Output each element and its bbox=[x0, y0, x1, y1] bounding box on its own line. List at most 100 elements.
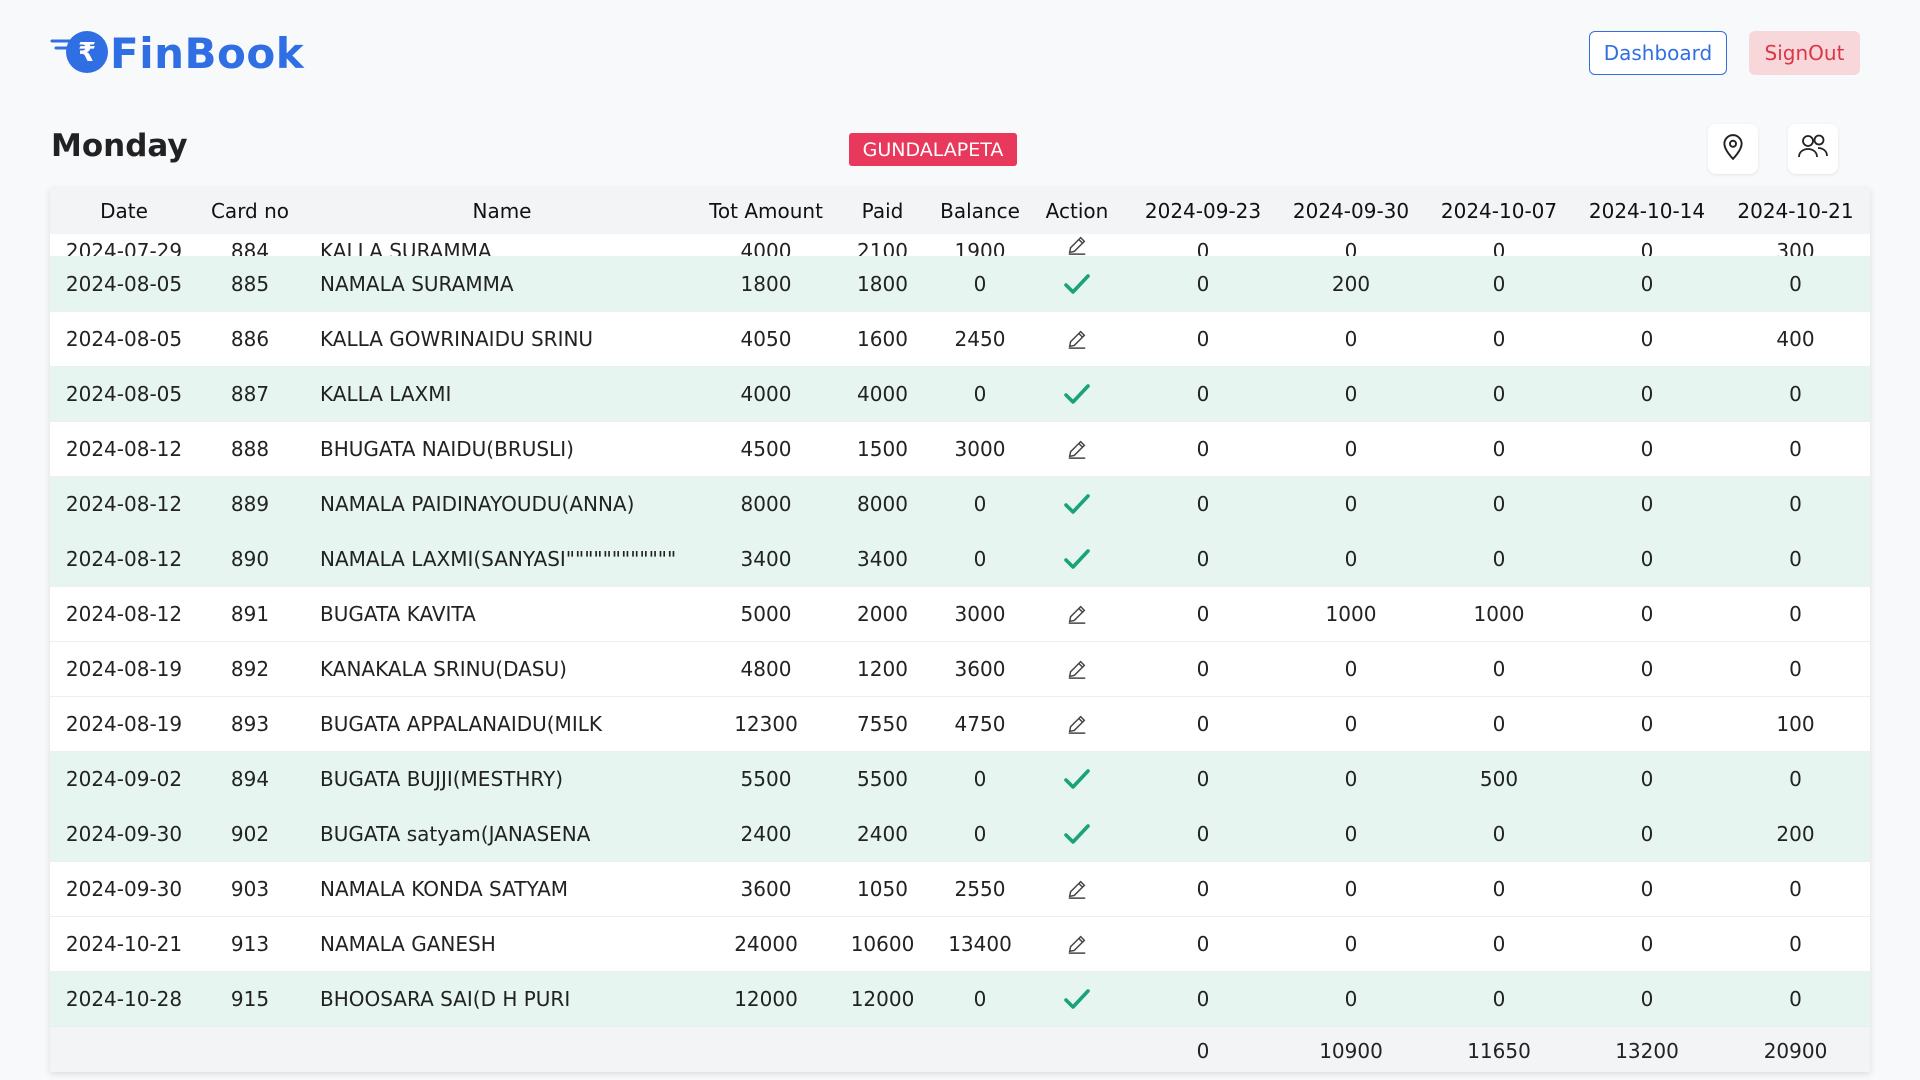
cell-week-1: 0 bbox=[1196, 767, 1210, 791]
cell-tot: 5000 bbox=[740, 602, 792, 626]
cell-bal: 0 bbox=[973, 492, 987, 516]
cell-paid: 2400 bbox=[857, 822, 908, 846]
table-row[interactable]: 2024-09-02 894 BUGATA BUJJI(MESTHRY) 5500 55… bbox=[50, 751, 1870, 807]
cell-action[interactable] bbox=[1025, 532, 1129, 587]
col-week-4[interactable]: 2024-10-14 bbox=[1573, 188, 1721, 234]
cell-action[interactable] bbox=[1025, 587, 1129, 642]
cell-action[interactable] bbox=[1025, 807, 1129, 862]
table-row[interactable]: 2024-08-05 886 KALLA GOWRINAIDU SRINU 4050 1… bbox=[50, 312, 1870, 367]
cell-name: BHUGATA NAIDU(BRUSLI) bbox=[320, 437, 574, 461]
finbook-logo[interactable]: ₹ FinBook bbox=[50, 28, 304, 78]
cell-week-1: 0 bbox=[1196, 239, 1210, 257]
edit-icon[interactable] bbox=[1062, 709, 1092, 739]
cell-week-5: 0 bbox=[1789, 492, 1802, 516]
edit-icon[interactable] bbox=[1066, 236, 1088, 257]
page-title: Monday bbox=[51, 128, 188, 164]
table-row[interactable]: 2024-08-19 893 BUGATA APPALANAIDU(MILK 1230… bbox=[50, 697, 1870, 752]
table-row[interactable]: 2024-08-05 885 NAMALA SURAMMA 1800 1800 0 0 200… bbox=[50, 256, 1870, 312]
cell-paid: 1500 bbox=[857, 437, 908, 461]
edit-icon[interactable] bbox=[1062, 654, 1092, 684]
cell-action[interactable] bbox=[1025, 234, 1129, 257]
cell-action[interactable] bbox=[1025, 917, 1129, 972]
cell-tot: 4000 bbox=[740, 382, 792, 406]
table-row[interactable]: 2024-09-30 902 BUGATA satyam(JANASENA 2400 2… bbox=[50, 806, 1870, 862]
dashboard-button[interactable]: Dashboard bbox=[1589, 31, 1727, 75]
cell-action[interactable] bbox=[1025, 257, 1129, 312]
cell-week-5: 0 bbox=[1789, 382, 1802, 406]
cell-card: 886 bbox=[230, 327, 270, 351]
col-week-2[interactable]: 2024-09-30 bbox=[1277, 188, 1425, 234]
col-week-3[interactable]: 2024-10-07 bbox=[1425, 188, 1573, 234]
col-paid[interactable]: Paid bbox=[830, 188, 935, 234]
col-week-5[interactable]: 2024-10-21 bbox=[1721, 188, 1870, 234]
table-row[interactable]: 2024-08-05 887 KALLA LAXMI 4000 4000 0 0 0 0 0 0 bbox=[50, 366, 1870, 422]
edit-icon[interactable] bbox=[1062, 434, 1092, 464]
map-pin-icon bbox=[1720, 133, 1746, 165]
table-body: 2024-07-29 884 KALLA SURAMMA 4000 2100 1… bbox=[50, 234, 1870, 1027]
cell-action[interactable] bbox=[1025, 312, 1129, 367]
edit-icon[interactable] bbox=[1062, 874, 1092, 904]
cell-week-1: 0 bbox=[1196, 712, 1210, 736]
cell-paid: 3400 bbox=[857, 547, 908, 571]
cell-date: 2024-08-05 bbox=[65, 327, 183, 351]
customers-button[interactable] bbox=[1788, 124, 1838, 174]
cell-action[interactable] bbox=[1025, 972, 1129, 1027]
total-week-2: 10900 bbox=[1319, 1038, 1383, 1063]
table-row[interactable]: 2024-08-12 888 BHUGATA NAIDU(BRUSLI) 4500 15… bbox=[50, 422, 1870, 477]
table-row[interactable]: 2024-09-30 903 NAMALA KONDA SATYAM 3600 1050… bbox=[50, 862, 1870, 917]
cell-action[interactable] bbox=[1025, 697, 1129, 752]
col-tot-amount[interactable]: Tot Amount bbox=[702, 188, 830, 234]
cell-week-3: 0 bbox=[1492, 239, 1506, 257]
col-card-no[interactable]: Card no bbox=[198, 188, 302, 234]
col-week-1[interactable]: 2024-09-23 bbox=[1129, 188, 1277, 234]
cell-card: 885 bbox=[230, 272, 270, 296]
cell-week-3: 0 bbox=[1492, 877, 1506, 901]
table-row[interactable]: 2024-10-28 915 BHOOSARA SAI(D H PURI 12000 1… bbox=[50, 971, 1870, 1027]
cell-action[interactable] bbox=[1025, 642, 1129, 697]
cell-name: NAMALA GANESH bbox=[320, 932, 496, 956]
cell-name: BUGATA KAVITA bbox=[320, 602, 476, 626]
cell-card: 891 bbox=[230, 602, 270, 626]
cell-action[interactable] bbox=[1025, 477, 1129, 532]
cell-action[interactable] bbox=[1025, 422, 1129, 477]
cell-week-5: 400 bbox=[1776, 327, 1815, 351]
table-row[interactable]: 2024-08-12 890 NAMALA LAXMI(SANYASI"""""""… bbox=[50, 531, 1870, 587]
cell-name: BUGATA BUJJI(MESTHRY) bbox=[320, 767, 564, 791]
cell-week-4: 0 bbox=[1640, 657, 1654, 681]
cell-action[interactable] bbox=[1025, 752, 1129, 807]
cell-paid: 2000 bbox=[857, 602, 908, 626]
edit-icon[interactable] bbox=[1062, 324, 1092, 354]
cell-card: 888 bbox=[230, 437, 270, 461]
table-row[interactable]: 2024-08-12 889 NAMALA PAIDINAYOUDU(ANNA) 80… bbox=[50, 476, 1870, 532]
col-date[interactable]: Date bbox=[50, 188, 198, 234]
table-row[interactable]: 2024-08-12 891 BUGATA KAVITA 5000 2000 3000 0 1… bbox=[50, 587, 1870, 642]
check-icon bbox=[1062, 984, 1092, 1014]
col-name[interactable]: Name bbox=[302, 188, 702, 234]
cell-action[interactable] bbox=[1025, 367, 1129, 422]
table-row[interactable]: 2024-08-19 892 KANAKALA SRINU(DASU) 4800 120… bbox=[50, 642, 1870, 697]
col-balance[interactable]: Balance bbox=[935, 188, 1025, 234]
cell-action[interactable] bbox=[1025, 862, 1129, 917]
cell-week-5: 0 bbox=[1789, 437, 1802, 461]
cell-tot: 3400 bbox=[740, 547, 792, 571]
cell-paid: 5500 bbox=[857, 767, 908, 791]
cell-tot: 1800 bbox=[740, 272, 792, 296]
edit-icon[interactable] bbox=[1062, 599, 1092, 629]
cell-week-4: 0 bbox=[1640, 602, 1654, 626]
cell-bal: 13400 bbox=[948, 932, 1012, 956]
table-row[interactable]: 2024-10-21 913 NAMALA GANESH 24000 10600 1340… bbox=[50, 917, 1870, 972]
cell-week-3: 0 bbox=[1492, 382, 1506, 406]
cell-week-4: 0 bbox=[1640, 767, 1654, 791]
cell-week-4: 0 bbox=[1640, 272, 1654, 296]
cell-week-4: 0 bbox=[1640, 712, 1654, 736]
cell-name: KALLA LAXMI bbox=[320, 382, 452, 406]
edit-icon[interactable] bbox=[1062, 929, 1092, 959]
location-button[interactable] bbox=[1708, 124, 1758, 174]
cell-card: 902 bbox=[230, 822, 270, 846]
cell-card: 915 bbox=[230, 987, 270, 1011]
signout-button[interactable]: SignOut bbox=[1749, 31, 1860, 75]
cell-paid: 8000 bbox=[857, 492, 908, 516]
table-row-partial[interactable]: 2024-07-29 884 KALLA SURAMMA 4000 2100 1… bbox=[50, 234, 1870, 257]
cell-bal: 2450 bbox=[954, 327, 1006, 351]
cell-week-1: 0 bbox=[1196, 547, 1210, 571]
